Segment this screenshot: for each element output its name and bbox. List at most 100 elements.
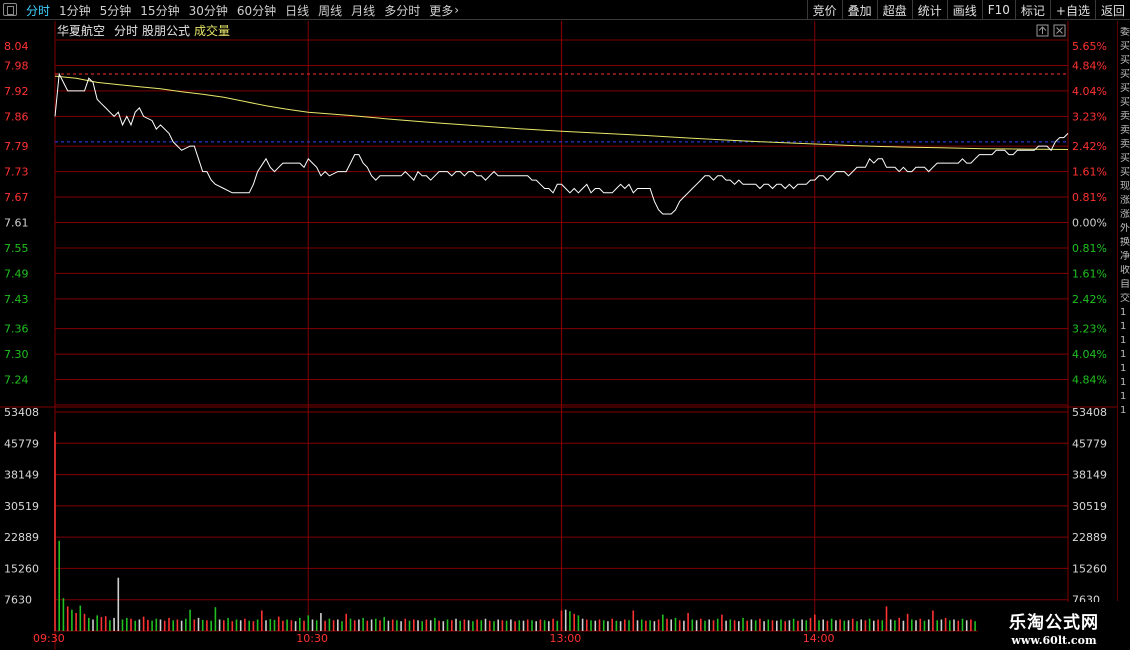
side-panel-glyph: 涨: [1120, 209, 1130, 220]
percent-tick-label: 2.42%: [1072, 293, 1107, 306]
toolbar-button-2[interactable]: 超盘: [876, 0, 912, 20]
volume-tick-label: 53408: [4, 406, 39, 419]
price-tick-label: 7.98: [4, 59, 29, 72]
volume-tick-label: 7630: [4, 594, 32, 607]
tab-1[interactable]: 1分钟: [59, 2, 91, 19]
toolbar-button-3[interactable]: 统计: [911, 0, 947, 20]
stock-name: 华夏航空: [57, 23, 105, 38]
side-panel-glyph: 1: [1120, 335, 1127, 346]
tab-6[interactable]: 日线: [285, 2, 309, 19]
side-panel-glyph: 卖: [1120, 111, 1130, 122]
chart-mode-label: 分时: [114, 24, 138, 38]
quote-side-panel: 委买买买买买卖卖卖买买现涨涨外换净收自交11111111: [1117, 21, 1130, 601]
chart-grid: [0, 21, 1117, 650]
side-panel-glyph: 买: [1120, 167, 1130, 178]
tab-0[interactable]: 分时: [26, 2, 50, 19]
side-panel-glyph: 买: [1120, 153, 1130, 164]
price-tick-label: 7.24: [4, 374, 29, 387]
tab-8[interactable]: 月线: [351, 2, 375, 19]
time-tick-label: 09:30: [33, 632, 65, 645]
toolbar-button-0[interactable]: 竞价: [806, 0, 842, 20]
toolbar-button-6[interactable]: 标记: [1014, 0, 1050, 20]
side-panel-glyph: 外: [1120, 223, 1130, 234]
price-tick-label: 7.36: [4, 323, 29, 336]
time-tick-label: 10:30: [296, 632, 328, 645]
price-tick-label: 7.43: [4, 293, 29, 306]
tab-2[interactable]: 5分钟: [100, 2, 132, 19]
tab-3[interactable]: 15分钟: [140, 2, 179, 19]
percent-tick-label: 3.23%: [1072, 323, 1107, 336]
side-panel-glyph: 买: [1120, 97, 1130, 108]
window-icon[interactable]: [3, 3, 17, 16]
price-tick-label: 7.55: [4, 242, 29, 255]
toolbar-button-7[interactable]: +自选: [1049, 0, 1095, 20]
percent-tick-label: 0.81%: [1072, 242, 1107, 255]
watermark-url: www.60lt.com: [1011, 634, 1097, 647]
percent-tick-label: 1.61%: [1072, 166, 1107, 179]
close-icon[interactable]: [1053, 24, 1066, 37]
side-panel-glyph: 1: [1120, 405, 1127, 416]
price-tick-label: 8.04: [4, 40, 29, 53]
volume-tick-label-right: 38149: [1072, 469, 1107, 482]
tab-5[interactable]: 60分钟: [237, 2, 276, 19]
price-tick-label: 7.86: [4, 110, 29, 123]
chevron-right-icon[interactable]: ›: [454, 3, 459, 17]
price-tick-label: 7.61: [4, 217, 29, 230]
side-panel-glyph: 买: [1120, 69, 1130, 80]
tool-buttons: 竞价 叠加 超盘 统计 画线 F10 标记 +自选 返回: [806, 0, 1130, 20]
site-watermark: 乐淘公式网 www.60lt.com: [978, 602, 1130, 650]
zoom-in-icon[interactable]: [1036, 24, 1049, 37]
percent-tick-label: 0.81%: [1072, 191, 1107, 204]
side-panel-glyph: 卖: [1120, 125, 1130, 136]
toolbar-button-8[interactable]: 返回: [1094, 0, 1130, 20]
price-tick-label: 7.67: [4, 191, 29, 204]
intraday-chart[interactable]: 8.04 5.65% 7.98 4.84% 7.92 4.04% 7.86 3.23% 7.79…: [0, 21, 1117, 650]
price-tick-label: 7.73: [4, 166, 29, 179]
watermark-title: 乐淘公式网: [1009, 613, 1099, 633]
time-tick-label: 13:00: [550, 632, 582, 645]
side-panel-glyph: 交: [1120, 293, 1130, 304]
side-panel-glyph: 1: [1120, 377, 1127, 388]
side-panel-glyph: 1: [1120, 307, 1127, 318]
side-panel-glyph: 换: [1120, 237, 1130, 248]
side-panel-glyph: 买: [1120, 83, 1130, 94]
tab-9[interactable]: 多分时: [384, 2, 420, 19]
toolbar-button-5[interactable]: F10: [981, 0, 1015, 20]
indicator-label: 成交量: [194, 23, 230, 38]
percent-tick-label: 4.04%: [1072, 348, 1107, 361]
side-panel-glyph: 净: [1120, 251, 1130, 262]
side-panel-glyph: 自: [1120, 279, 1130, 290]
volume-tick-label-right: 53408: [1072, 406, 1107, 419]
side-panel-glyph: 1: [1120, 349, 1127, 360]
volume-tick-label: 22889: [4, 531, 39, 544]
price-tick-label: 7.92: [4, 85, 29, 98]
percent-tick-label: 1.61%: [1072, 267, 1107, 280]
percent-tick-label: 4.04%: [1072, 85, 1107, 98]
percent-tick-label: 5.65%: [1072, 40, 1107, 53]
side-panel-glyph: 买: [1120, 41, 1130, 52]
percent-tick-label: 0.00%: [1072, 217, 1107, 230]
volume-tick-label: 45779: [4, 437, 39, 450]
volume-tick-label: 38149: [4, 469, 39, 482]
volume-tick-label-right: 30519: [1072, 500, 1107, 513]
toolbar-button-1[interactable]: 叠加: [841, 0, 877, 20]
tab-4[interactable]: 30分钟: [189, 2, 228, 19]
tab-10[interactable]: 更多: [429, 2, 453, 19]
side-panel-glyph: 1: [1120, 363, 1127, 374]
volume-tick-label: 30519: [4, 500, 39, 513]
side-panel-glyph: 1: [1120, 391, 1127, 402]
toolbar-button-4[interactable]: 画线: [946, 0, 982, 20]
percent-tick-label: 4.84%: [1072, 59, 1107, 72]
formula-source-label: 股朋公式: [142, 24, 190, 38]
tab-7[interactable]: 周线: [318, 2, 342, 19]
percent-tick-label: 2.42%: [1072, 140, 1107, 153]
volume-tick-label: 15260: [4, 562, 39, 575]
volume-tick-label-right: 22889: [1072, 531, 1107, 544]
percent-tick-label: 3.23%: [1072, 110, 1107, 123]
price-tick-label: 7.79: [4, 140, 29, 153]
side-panel-glyph: 买: [1120, 55, 1130, 66]
volume-tick-label-right: 15260: [1072, 562, 1107, 575]
side-panel-glyph: 委: [1120, 27, 1130, 38]
side-panel-glyph: 卖: [1120, 139, 1130, 150]
price-tick-label: 7.49: [4, 267, 29, 280]
